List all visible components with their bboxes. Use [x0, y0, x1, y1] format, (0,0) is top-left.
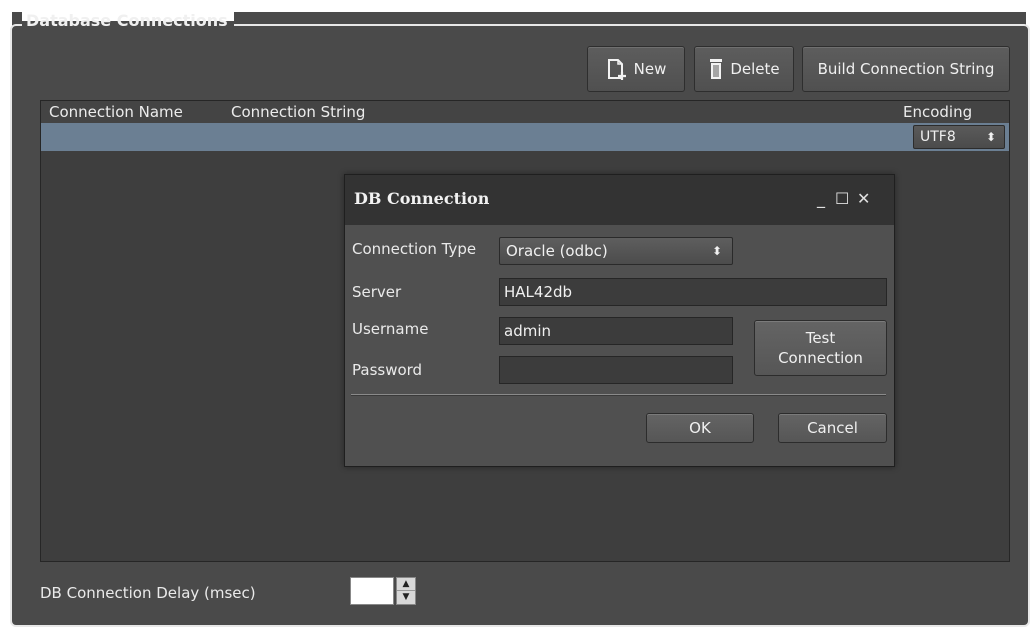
cancel-button[interactable]: Cancel — [778, 413, 887, 443]
server-label: Server — [352, 283, 402, 301]
dialog-titlebar[interactable]: DB Connection _ ☐ ✕ — [345, 175, 894, 225]
password-input[interactable] — [499, 356, 733, 384]
build-connection-string-button[interactable]: Build Connection String — [802, 46, 1010, 92]
database-connections-panel: Database Connections New Delete Build Co… — [0, 0, 1034, 633]
delay-input[interactable] — [350, 577, 394, 605]
table-row[interactable]: UTF8 ⬍ — [41, 123, 1009, 151]
spin-up-icon[interactable]: ▲ — [397, 578, 415, 591]
close-icon[interactable]: ✕ — [857, 189, 870, 208]
table-header: Connection Name Connection String Encodi… — [41, 101, 1009, 123]
encoding-value: UTF8 — [920, 129, 956, 145]
password-label: Password — [352, 361, 423, 379]
connection-type-value: Oracle (odbc) — [506, 242, 608, 260]
server-input[interactable]: HAL42db — [499, 278, 887, 306]
maximize-icon[interactable]: ☐ — [835, 189, 849, 208]
trash-icon — [708, 58, 724, 80]
db-connection-delay-label: DB Connection Delay (msec) — [40, 584, 256, 602]
delay-spinner: ▲ ▼ — [396, 577, 416, 605]
delete-button-label: Delete — [730, 60, 780, 78]
cancel-button-label: Cancel — [807, 419, 858, 437]
ok-button-label: OK — [689, 419, 711, 437]
username-input[interactable]: admin — [499, 317, 733, 345]
minimize-icon[interactable]: _ — [817, 189, 825, 208]
column-header-connection-name[interactable]: Connection Name — [49, 103, 183, 121]
dialog-separator — [351, 394, 886, 396]
test-connection-button[interactable]: Test Connection — [754, 320, 887, 376]
group-title: Database Connections — [22, 10, 234, 32]
spin-down-icon[interactable]: ▼ — [397, 591, 415, 604]
connection-type-select[interactable]: Oracle (odbc) ⬍ — [499, 237, 733, 265]
build-button-label: Build Connection String — [817, 60, 995, 78]
new-button-label: New — [633, 60, 667, 78]
encoding-select[interactable]: UTF8 ⬍ — [913, 125, 1005, 149]
column-header-encoding[interactable]: Encoding — [903, 103, 972, 121]
updown-arrow-icon: ⬍ — [985, 130, 996, 144]
updown-arrow-icon: ⬍ — [711, 244, 722, 258]
test-button-line1: Test — [805, 329, 836, 347]
new-document-icon — [606, 58, 628, 80]
ok-button[interactable]: OK — [646, 413, 754, 443]
test-button-line2: Connection — [778, 349, 863, 367]
username-label: Username — [352, 320, 429, 338]
delete-button[interactable]: Delete — [694, 46, 794, 92]
connection-type-label: Connection Type — [352, 240, 477, 258]
new-button[interactable]: New — [587, 46, 685, 92]
dialog-title: DB Connection — [354, 189, 490, 208]
db-connection-dialog: DB Connection _ ☐ ✕ Connection Type Orac… — [344, 174, 895, 467]
column-header-connection-string[interactable]: Connection String — [231, 103, 365, 121]
